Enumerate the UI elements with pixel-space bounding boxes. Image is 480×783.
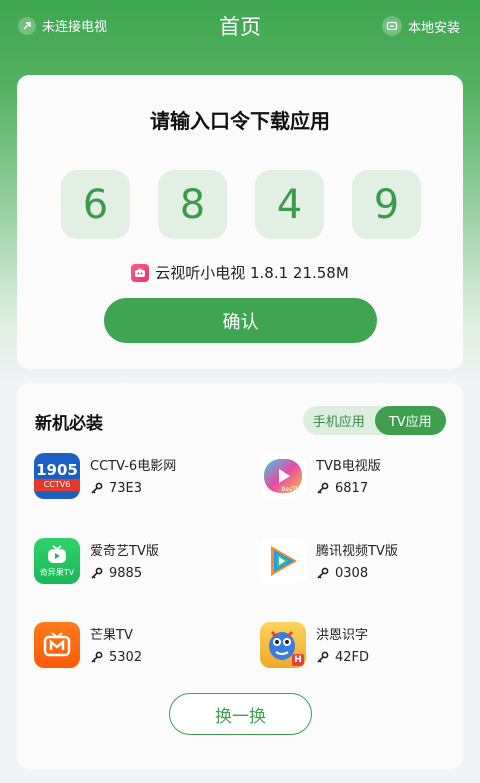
cctv6-app-icon: 1905 CCTV6: [34, 453, 80, 499]
tab-tv-apps[interactable]: TV应用: [374, 406, 446, 435]
app-code: 9885: [109, 566, 143, 581]
app-type-switch[interactable]: 手机应用 TV应用: [303, 406, 446, 435]
app-item-mango-tv[interactable]: 芒果TV 5302: [34, 622, 234, 670]
iqiyi-icon-text: 奇异果TV: [39, 567, 75, 577]
matched-app-text: 云视听小电视 1.8.1 21.58M: [155, 264, 349, 282]
matched-app-info: 云视听小电视 1.8.1 21.58M: [17, 262, 463, 283]
app-code: 5302: [109, 650, 143, 665]
key-icon: [317, 482, 329, 494]
app-name: 洪恩识字: [316, 628, 369, 643]
local-install-label: 本地安装: [407, 20, 460, 36]
key-icon: [91, 651, 103, 663]
app-name: 芒果TV: [90, 628, 133, 643]
top-bar: 未连接电视 首页 本地安装: [0, 0, 480, 52]
app-item-iqiyi[interactable]: 奇异果TV 爱奇艺TV版 9885: [34, 538, 234, 586]
cctv6-icon-subtext: CCTV6: [34, 479, 80, 491]
code-digit-4[interactable]: 9: [352, 170, 421, 239]
app-item-cctv6[interactable]: 1905 CCTV6 CCTV-6电影网 73E3: [34, 453, 234, 501]
key-icon: [317, 651, 329, 663]
key-icon: [91, 567, 103, 579]
refresh-button[interactable]: 换一换: [169, 693, 312, 735]
app-name: CCTV-6电影网: [90, 459, 177, 474]
app-code-row: 6817: [316, 481, 368, 496]
app-code: 73E3: [109, 481, 143, 496]
app-item-tvb[interactable]: BesTV TVB电视版 6817: [260, 453, 460, 501]
app-code: 0308: [335, 566, 369, 581]
tencent-video-app-icon: [260, 538, 306, 584]
key-icon: [317, 567, 329, 579]
tvb-app-icon: BesTV: [260, 453, 306, 499]
app-name: TVB电视版: [316, 459, 381, 474]
app-name: 爱奇艺TV版: [90, 544, 159, 559]
tvb-icon-text: BesTV: [281, 486, 300, 493]
code-digit-2[interactable]: 8: [158, 170, 227, 239]
app-code: 6817: [335, 481, 369, 496]
app-code-row: 5302: [90, 650, 142, 665]
code-digits[interactable]: 6 8 4 9: [61, 170, 421, 239]
code-entry-card: 请输入口令下载应用 6 8 4 9 云视听小电视 1.8.1 21.58M 确认: [17, 75, 463, 369]
app-code-row: 73E3: [90, 481, 142, 496]
app-name: 腾讯视频TV版: [316, 544, 398, 559]
app-code: 42FD: [335, 650, 370, 665]
tv-app-icon: [131, 263, 150, 282]
install-package-icon: [381, 16, 402, 36]
section-title: 新机必装: [35, 414, 103, 434]
app-code-row: 9885: [90, 566, 142, 581]
key-icon: [91, 482, 103, 494]
recommended-apps-card: 新机必装 手机应用 TV应用 1905 CCTV6 CCTV-6电影网 73E3…: [17, 383, 463, 769]
mango-tv-app-icon: [34, 622, 80, 668]
hongen-app-icon: H: [260, 622, 306, 668]
app-item-tencent-video[interactable]: 腾讯视频TV版 0308: [260, 538, 460, 586]
app-item-hongen[interactable]: H 洪恩识字 42FD: [260, 622, 460, 670]
hongen-icon-text: H: [292, 654, 304, 666]
code-digit-3[interactable]: 4: [255, 170, 324, 239]
app-code-row: 42FD: [316, 650, 369, 665]
app-code-row: 0308: [316, 566, 368, 581]
cctv6-icon-text: 1905: [36, 461, 78, 479]
local-install-button[interactable]: 本地安装: [381, 16, 460, 36]
confirm-button[interactable]: 确认: [104, 298, 377, 343]
tab-phone-apps[interactable]: 手机应用: [303, 406, 375, 435]
code-entry-title: 请输入口令下载应用: [150, 109, 330, 133]
iqiyi-app-icon: 奇异果TV: [34, 538, 80, 584]
code-digit-1[interactable]: 6: [61, 170, 130, 239]
